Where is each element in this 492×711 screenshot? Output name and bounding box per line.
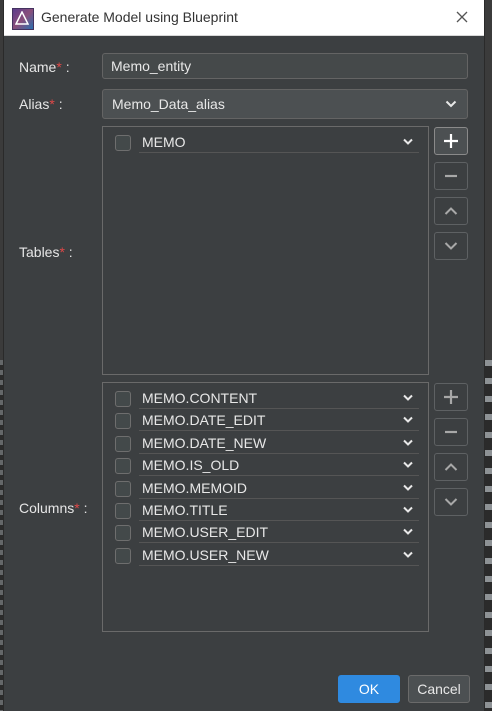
column-name: MEMO.DATE_EDIT	[142, 412, 266, 429]
column-checkbox[interactable]	[115, 435, 131, 452]
column-checkbox[interactable]	[115, 525, 131, 542]
remove-column-button[interactable]	[434, 418, 468, 446]
tables-label-text: Tables	[19, 244, 60, 260]
table-checkbox[interactable]	[115, 135, 131, 151]
table-name: MEMO	[142, 134, 186, 150]
list-item: MEMO.USER_NEW	[111, 544, 421, 566]
plus-icon	[444, 134, 458, 148]
chevron-down-icon	[403, 138, 413, 145]
chevron-down-icon	[403, 439, 413, 446]
list-item: MEMO.USER_EDIT	[111, 522, 421, 544]
list-item: MEMO	[111, 132, 421, 153]
chevron-down-icon	[403, 394, 413, 401]
alias-selected-value: Memo_Data_alias	[112, 96, 225, 112]
list-item: MEMO.TITLE	[111, 500, 421, 521]
move-column-up-button[interactable]	[434, 453, 468, 481]
background-editor-gutter-right	[484, 360, 492, 711]
minus-icon	[445, 430, 457, 434]
generate-model-dialog: Generate Model using Blueprint Name* : M…	[4, 0, 484, 711]
chevron-down-icon	[444, 242, 458, 250]
column-combo[interactable]: MEMO.USER_NEW	[139, 544, 419, 566]
chevron-down-icon	[403, 529, 413, 536]
column-checkbox[interactable]	[115, 547, 131, 564]
column-checkbox[interactable]	[115, 391, 131, 407]
column-name: MEMO.IS_OLD	[142, 457, 240, 474]
tables-list[interactable]: MEMO	[102, 126, 429, 375]
column-name: MEMO.DATE_NEW	[142, 434, 267, 451]
window-title: Generate Model using Blueprint	[41, 9, 238, 25]
ok-button[interactable]: OK	[338, 675, 400, 703]
minus-icon	[445, 174, 457, 178]
name-label: Name* :	[19, 59, 70, 75]
column-checkbox[interactable]	[115, 480, 131, 497]
column-checkbox[interactable]	[115, 503, 131, 519]
move-table-up-button[interactable]	[434, 197, 468, 225]
move-column-down-button[interactable]	[434, 488, 468, 516]
column-checkbox[interactable]	[115, 458, 131, 475]
label-colon: :	[61, 59, 70, 75]
label-colon: :	[54, 96, 63, 112]
column-name: MEMO.CONTENT	[142, 390, 258, 406]
chevron-down-icon	[445, 100, 457, 108]
chevron-up-icon	[444, 207, 458, 215]
alias-label: Alias* :	[19, 96, 63, 112]
label-colon: :	[79, 500, 88, 516]
column-checkbox[interactable]	[115, 413, 131, 430]
column-combo[interactable]: MEMO.IS_OLD	[139, 455, 419, 477]
chevron-down-icon	[444, 498, 458, 506]
name-label-text: Name	[19, 59, 57, 75]
chevron-down-icon	[403, 417, 413, 424]
move-table-down-button[interactable]	[434, 232, 468, 260]
column-combo[interactable]: MEMO.TITLE	[139, 500, 419, 521]
plus-icon	[444, 390, 458, 404]
column-name: MEMO.MEMOID	[142, 479, 247, 496]
title-bar: Generate Model using Blueprint	[4, 0, 484, 36]
column-combo[interactable]: MEMO.CONTENT	[139, 388, 419, 409]
chevron-down-icon	[403, 461, 413, 469]
columns-list[interactable]: MEMO.CONTENT MEMO.DATE_EDIT MEMO.DATE_NE…	[102, 382, 429, 632]
chevron-down-icon	[403, 506, 413, 513]
app-icon	[12, 8, 34, 30]
label-colon: :	[64, 244, 73, 260]
tables-label: Tables* :	[19, 244, 73, 260]
remove-table-button[interactable]	[434, 162, 468, 190]
column-name: MEMO.USER_NEW	[142, 546, 269, 563]
alias-select[interactable]: Memo_Data_alias	[102, 89, 468, 119]
columns-label: Columns* :	[19, 500, 87, 516]
table-combo[interactable]: MEMO	[139, 132, 419, 153]
add-column-button[interactable]	[434, 383, 468, 411]
column-name: MEMO.TITLE	[142, 502, 228, 518]
list-item: MEMO.MEMOID	[111, 477, 421, 499]
column-combo[interactable]: MEMO.DATE_EDIT	[139, 410, 419, 432]
column-combo[interactable]: MEMO.MEMOID	[139, 477, 419, 499]
column-combo[interactable]: MEMO.DATE_NEW	[139, 432, 419, 454]
chevron-down-icon	[403, 551, 413, 558]
list-item: MEMO.CONTENT	[111, 388, 421, 409]
alias-label-text: Alias	[19, 96, 50, 112]
close-icon[interactable]	[454, 9, 470, 25]
column-name: MEMO.USER_EDIT	[142, 524, 269, 541]
column-combo[interactable]: MEMO.USER_EDIT	[139, 522, 419, 544]
list-item: MEMO.IS_OLD	[111, 455, 421, 477]
list-item: MEMO.DATE_EDIT	[111, 410, 421, 432]
cancel-button[interactable]: Cancel	[408, 675, 470, 703]
columns-label-text: Columns	[19, 500, 75, 516]
name-input[interactable]: Memo_entity	[102, 53, 468, 79]
chevron-down-icon	[403, 484, 413, 491]
list-item: MEMO.DATE_NEW	[111, 432, 421, 454]
add-table-button[interactable]	[434, 127, 468, 155]
chevron-up-icon	[444, 463, 458, 471]
